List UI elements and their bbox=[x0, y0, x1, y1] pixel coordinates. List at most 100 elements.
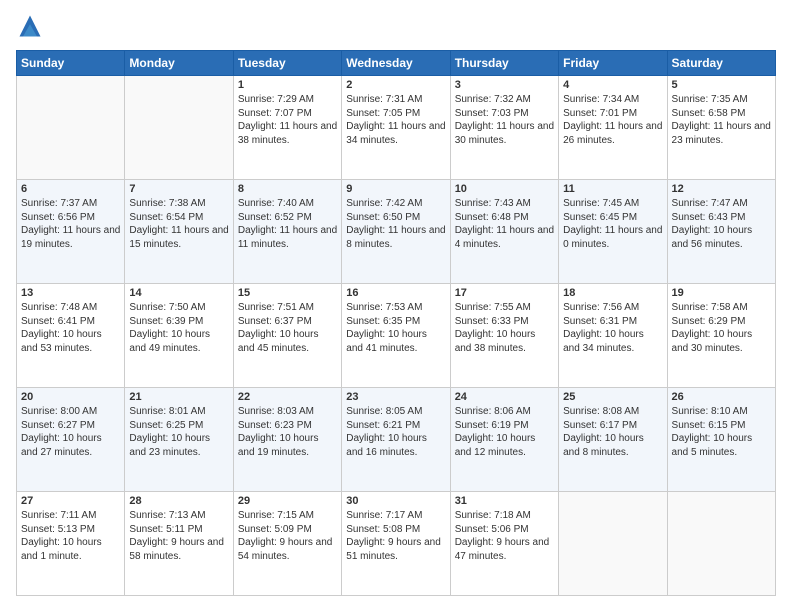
day-info-11: Sunrise: 7:45 AMSunset: 6:45 PMDaylight:… bbox=[563, 197, 662, 251]
day-info-17: Sunrise: 7:55 AMSunset: 6:33 PMDaylight:… bbox=[455, 301, 554, 355]
header-friday: Friday bbox=[559, 51, 667, 76]
day-number-14: 14 bbox=[129, 287, 228, 299]
cell-w1-d5: 3 Sunrise: 7:32 AMSunset: 7:03 PMDaylight… bbox=[450, 76, 558, 180]
day-info-16: Sunrise: 7:53 AMSunset: 6:35 PMDaylight:… bbox=[346, 301, 445, 355]
cell-w2-d5: 10Sunrise: 7:43 AMSunset: 6:48 PMDayligh… bbox=[450, 180, 558, 284]
header-saturday: Saturday bbox=[667, 51, 775, 76]
day-info-21: Sunrise: 8:01 AMSunset: 6:25 PMDaylight:… bbox=[129, 405, 228, 459]
header-wednesday: Wednesday bbox=[342, 51, 450, 76]
cell-w2-d4: 9 Sunrise: 7:42 AMSunset: 6:50 PMDaylight… bbox=[342, 180, 450, 284]
day-info-25: Sunrise: 8:08 AMSunset: 6:17 PMDaylight:… bbox=[563, 405, 662, 459]
day-number-22: 22 bbox=[238, 391, 337, 403]
header-monday: Monday bbox=[125, 51, 233, 76]
day-number-19: 19 bbox=[672, 287, 771, 299]
calendar: SundayMondayTuesdayWednesdayThursdayFrid… bbox=[16, 50, 776, 596]
day-info-18: Sunrise: 7:56 AMSunset: 6:31 PMDaylight:… bbox=[563, 301, 662, 355]
day-number-18: 18 bbox=[563, 287, 662, 299]
logo-icon bbox=[16, 12, 44, 40]
day-info-6: Sunrise: 7:37 AMSunset: 6:56 PMDaylight:… bbox=[21, 197, 120, 251]
day-number-13: 13 bbox=[21, 287, 120, 299]
cell-w1-d3: 1 Sunrise: 7:29 AMSunset: 7:07 PMDaylight… bbox=[233, 76, 341, 180]
day-info-26: Sunrise: 8:10 AMSunset: 6:15 PMDaylight:… bbox=[672, 405, 771, 459]
header-sunday: Sunday bbox=[17, 51, 125, 76]
week-row-4: 20 Sunrise: 8:00 AMSunset: 6:27 PMDayligh… bbox=[17, 388, 776, 492]
cell-w4-d7: 26 Sunrise: 8:10 AMSunset: 6:15 PMDayligh… bbox=[667, 388, 775, 492]
day-info-12: Sunrise: 7:47 AMSunset: 6:43 PMDaylight:… bbox=[672, 197, 771, 251]
cell-w3-d4: 16 Sunrise: 7:53 AMSunset: 6:35 PMDayligh… bbox=[342, 284, 450, 388]
day-number-11: 11 bbox=[563, 183, 662, 195]
week-row-5: 27Sunrise: 7:11 AMSunset: 5:13 PMDayligh… bbox=[17, 492, 776, 596]
cell-w2-d7: 12 Sunrise: 7:47 AMSunset: 6:43 PMDayligh… bbox=[667, 180, 775, 284]
calendar-body: 1 Sunrise: 7:29 AMSunset: 7:07 PMDaylight… bbox=[17, 76, 776, 596]
cell-w2-d1: 6 Sunrise: 7:37 AMSunset: 6:56 PMDaylight… bbox=[17, 180, 125, 284]
day-number-1: 1 bbox=[238, 79, 337, 91]
cell-w2-d3: 8 Sunrise: 7:40 AMSunset: 6:52 PMDaylight… bbox=[233, 180, 341, 284]
day-number-17: 17 bbox=[455, 287, 554, 299]
cell-w3-d1: 13 Sunrise: 7:48 AMSunset: 6:41 PMDayligh… bbox=[17, 284, 125, 388]
day-number-7: 7 bbox=[129, 183, 228, 195]
day-info-5: Sunrise: 7:35 AMSunset: 6:58 PMDaylight:… bbox=[672, 93, 771, 147]
day-number-2: 2 bbox=[346, 79, 445, 91]
logo bbox=[16, 16, 46, 40]
cell-w4-d3: 22 Sunrise: 8:03 AMSunset: 6:23 PMDayligh… bbox=[233, 388, 341, 492]
day-number-30: 30 bbox=[346, 495, 445, 507]
cell-w5-d2: 28Sunrise: 7:13 AMSunset: 5:11 PMDayligh… bbox=[125, 492, 233, 596]
day-info-29: Sunrise: 7:15 AMSunset: 5:09 PMDaylight:… bbox=[238, 509, 337, 563]
day-number-12: 12 bbox=[672, 183, 771, 195]
cell-w5-d3: 29Sunrise: 7:15 AMSunset: 5:09 PMDayligh… bbox=[233, 492, 341, 596]
day-info-30: Sunrise: 7:17 AMSunset: 5:08 PMDaylight:… bbox=[346, 509, 445, 563]
week-row-2: 6 Sunrise: 7:37 AMSunset: 6:56 PMDaylight… bbox=[17, 180, 776, 284]
day-info-4: Sunrise: 7:34 AMSunset: 7:01 PMDaylight:… bbox=[563, 93, 662, 147]
day-number-25: 25 bbox=[563, 391, 662, 403]
day-number-4: 4 bbox=[563, 79, 662, 91]
cell-w3-d6: 18 Sunrise: 7:56 AMSunset: 6:31 PMDayligh… bbox=[559, 284, 667, 388]
day-info-1: Sunrise: 7:29 AMSunset: 7:07 PMDaylight:… bbox=[238, 93, 337, 147]
day-info-14: Sunrise: 7:50 AMSunset: 6:39 PMDaylight:… bbox=[129, 301, 228, 355]
cell-w5-d4: 30 Sunrise: 7:17 AMSunset: 5:08 PMDayligh… bbox=[342, 492, 450, 596]
day-info-22: Sunrise: 8:03 AMSunset: 6:23 PMDaylight:… bbox=[238, 405, 337, 459]
day-number-24: 24 bbox=[455, 391, 554, 403]
cell-w5-d7 bbox=[667, 492, 775, 596]
day-number-8: 8 bbox=[238, 183, 337, 195]
header-tuesday: Tuesday bbox=[233, 51, 341, 76]
cell-w1-d7: 5Sunrise: 7:35 AMSunset: 6:58 PMDaylight… bbox=[667, 76, 775, 180]
cell-w5-d1: 27Sunrise: 7:11 AMSunset: 5:13 PMDayligh… bbox=[17, 492, 125, 596]
day-number-28: 28 bbox=[129, 495, 228, 507]
day-info-24: Sunrise: 8:06 AMSunset: 6:19 PMDaylight:… bbox=[455, 405, 554, 459]
day-info-7: Sunrise: 7:38 AMSunset: 6:54 PMDaylight:… bbox=[129, 197, 228, 251]
cell-w1-d6: 4 Sunrise: 7:34 AMSunset: 7:01 PMDaylight… bbox=[559, 76, 667, 180]
cell-w4-d2: 21 Sunrise: 8:01 AMSunset: 6:25 PMDayligh… bbox=[125, 388, 233, 492]
cell-w1-d1 bbox=[17, 76, 125, 180]
day-info-23: Sunrise: 8:05 AMSunset: 6:21 PMDaylight:… bbox=[346, 405, 445, 459]
cell-w5-d5: 31 Sunrise: 7:18 AMSunset: 5:06 PMDayligh… bbox=[450, 492, 558, 596]
cell-w1-d2 bbox=[125, 76, 233, 180]
day-number-27: 27 bbox=[21, 495, 120, 507]
day-number-20: 20 bbox=[21, 391, 120, 403]
day-number-26: 26 bbox=[672, 391, 771, 403]
cell-w3-d3: 15Sunrise: 7:51 AMSunset: 6:37 PMDayligh… bbox=[233, 284, 341, 388]
day-number-31: 31 bbox=[455, 495, 554, 507]
cell-w3-d5: 17 Sunrise: 7:55 AMSunset: 6:33 PMDayligh… bbox=[450, 284, 558, 388]
day-number-10: 10 bbox=[455, 183, 554, 195]
day-info-20: Sunrise: 8:00 AMSunset: 6:27 PMDaylight:… bbox=[21, 405, 120, 459]
day-number-6: 6 bbox=[21, 183, 120, 195]
header-thursday: Thursday bbox=[450, 51, 558, 76]
day-number-16: 16 bbox=[346, 287, 445, 299]
day-number-21: 21 bbox=[129, 391, 228, 403]
cell-w2-d6: 11 Sunrise: 7:45 AMSunset: 6:45 PMDayligh… bbox=[559, 180, 667, 284]
day-info-9: Sunrise: 7:42 AMSunset: 6:50 PMDaylight:… bbox=[346, 197, 445, 251]
day-info-31: Sunrise: 7:18 AMSunset: 5:06 PMDaylight:… bbox=[455, 509, 554, 563]
cell-w4-d6: 25 Sunrise: 8:08 AMSunset: 6:17 PMDayligh… bbox=[559, 388, 667, 492]
day-info-19: Sunrise: 7:58 AMSunset: 6:29 PMDaylight:… bbox=[672, 301, 771, 355]
cell-w2-d2: 7 Sunrise: 7:38 AMSunset: 6:54 PMDaylight… bbox=[125, 180, 233, 284]
day-number-3: 3 bbox=[455, 79, 554, 91]
cell-w3-d2: 14 Sunrise: 7:50 AMSunset: 6:39 PMDayligh… bbox=[125, 284, 233, 388]
day-number-9: 9 bbox=[346, 183, 445, 195]
cell-w4-d4: 23Sunrise: 8:05 AMSunset: 6:21 PMDayligh… bbox=[342, 388, 450, 492]
header bbox=[16, 16, 776, 40]
day-info-15: Sunrise: 7:51 AMSunset: 6:37 PMDaylight:… bbox=[238, 301, 337, 355]
day-info-8: Sunrise: 7:40 AMSunset: 6:52 PMDaylight:… bbox=[238, 197, 337, 251]
day-info-3: Sunrise: 7:32 AMSunset: 7:03 PMDaylight:… bbox=[455, 93, 554, 147]
cell-w4-d1: 20 Sunrise: 8:00 AMSunset: 6:27 PMDayligh… bbox=[17, 388, 125, 492]
day-info-13: Sunrise: 7:48 AMSunset: 6:41 PMDaylight:… bbox=[21, 301, 120, 355]
